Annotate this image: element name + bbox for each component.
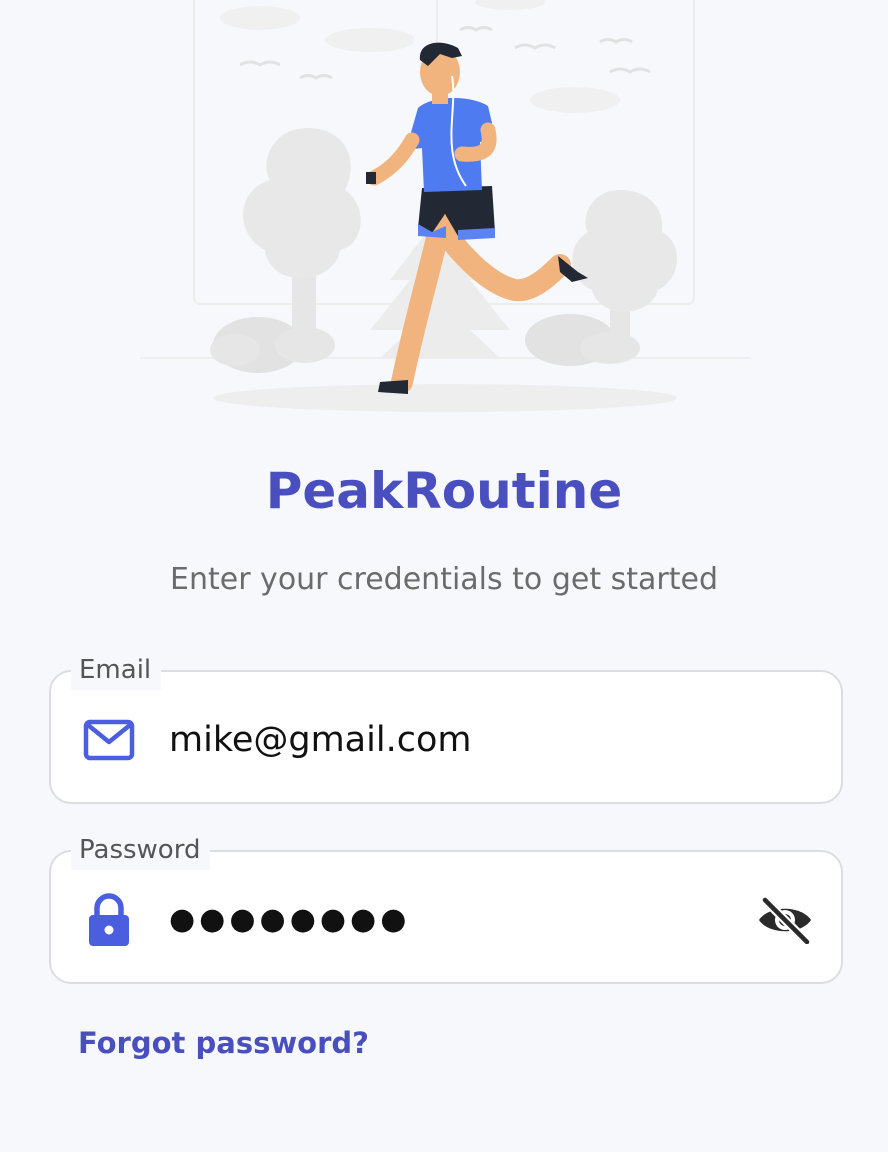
forgot-password-link[interactable]: Forgot password? [78, 1026, 369, 1060]
app-title: PeakRoutine [265, 462, 623, 520]
runner-illustration [140, 0, 750, 430]
login-subtitle: Enter your credentials to get started [170, 562, 718, 597]
email-input[interactable]: mike@gmail.com [169, 712, 471, 768]
email-label: Email [71, 650, 162, 690]
password-field[interactable]: Password ●●●●●●●● [49, 830, 843, 984]
password-input[interactable]: ●●●●●●●● [169, 892, 410, 948]
lock-icon [81, 892, 137, 948]
login-screen: PeakRoutine Enter your credentials to ge… [0, 0, 888, 1152]
mail-icon [81, 712, 137, 768]
eye-off-icon[interactable] [755, 892, 815, 948]
password-label: Password [71, 830, 211, 870]
email-field[interactable]: Email mike@gmail.com [49, 650, 843, 804]
